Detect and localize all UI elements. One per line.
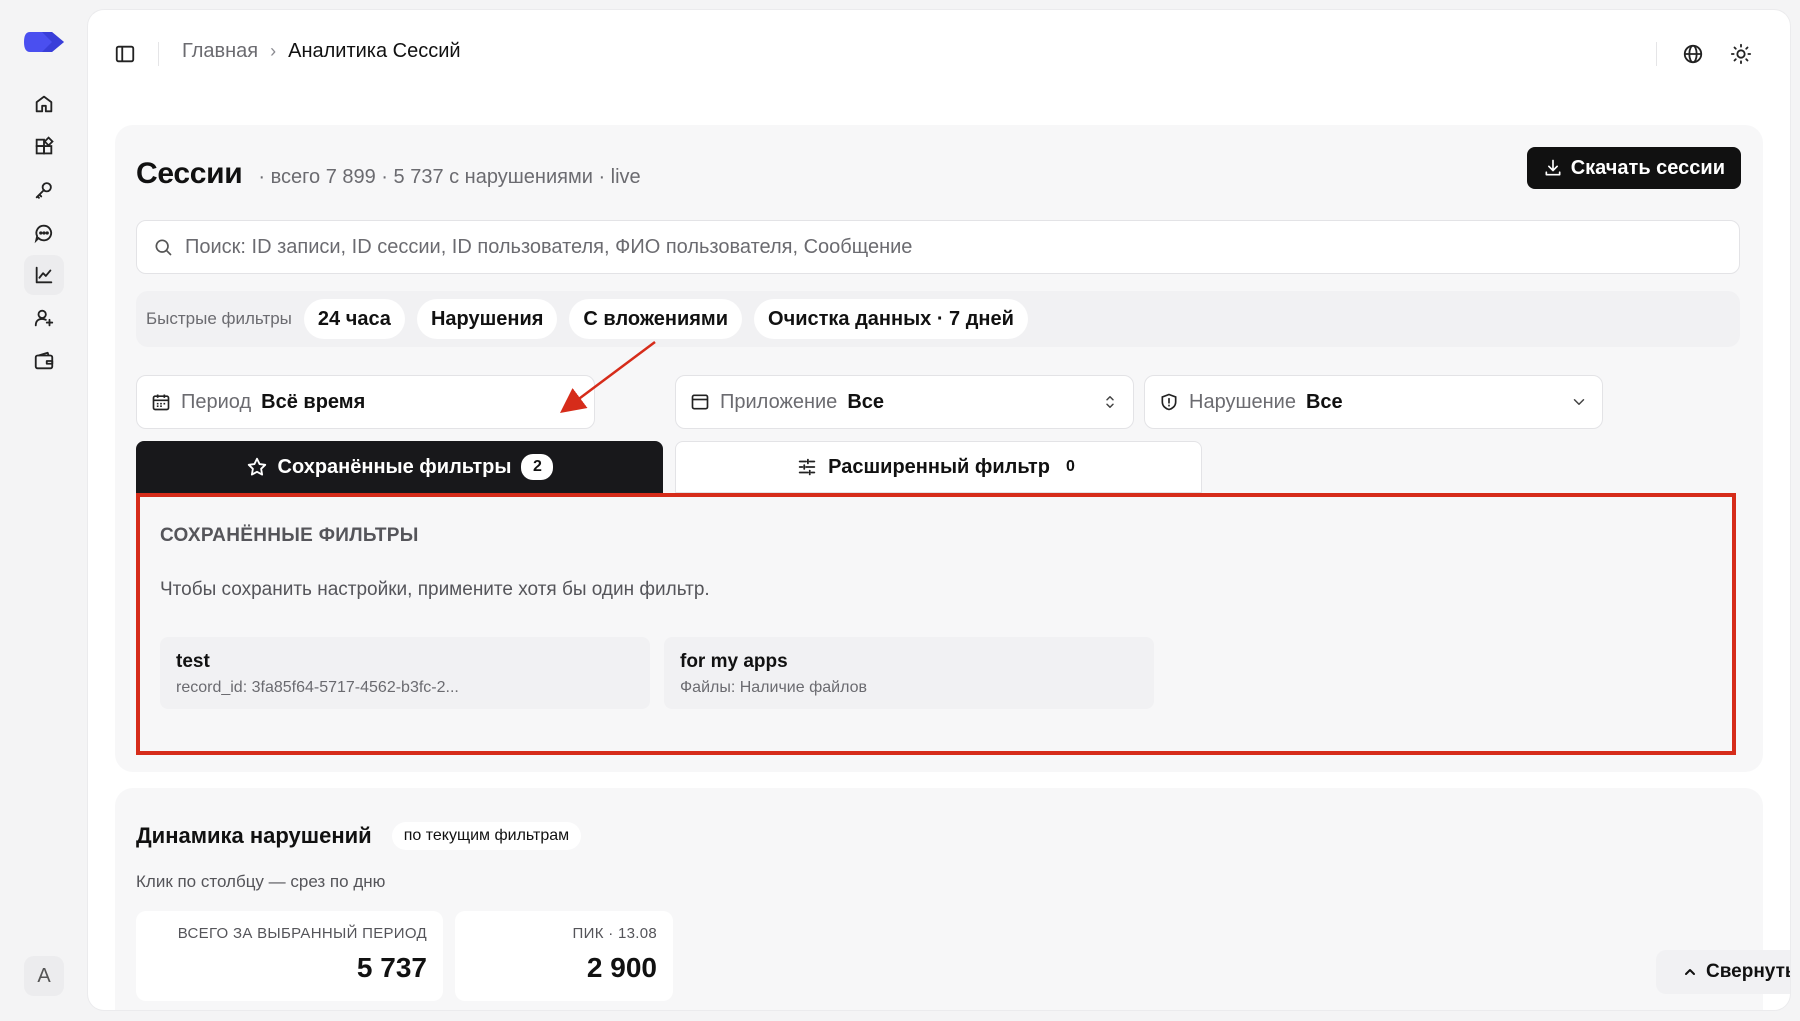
quick-filters: Быстрые фильтры 24 часа Нарушения С влож… [136,291,1740,347]
breadcrumb-current: Аналитика Сессий [288,40,461,62]
app-label: Приложение [720,390,838,413]
dynamics-title: Динамика нарушений [136,823,372,848]
saved-filters-panel: СОХРАНЁННЫЕ ФИЛЬТРЫ Чтобы сохранить наст… [136,493,1736,755]
sessions-summary: · всего 7 899 · 5 737 с нарушениями · li… [258,166,641,188]
nav-widgets[interactable] [24,127,64,167]
saved-filter-desc: Файлы: Наличие файлов [680,679,867,696]
top-bar: Главная › Аналитика Сессий [88,10,1790,96]
nav-chat[interactable] [24,213,64,253]
quick-filters-label: Быстрые фильтры [146,309,292,328]
divider [158,42,159,66]
chat-icon [34,224,53,244]
stat-label: ВСЕГО ЗА ВЫБРАННЫЙ ПЕРИОД [177,925,427,942]
stat-total: ВСЕГО ЗА ВЫБРАННЫЙ ПЕРИОД 5 737 [136,911,443,1001]
sessions-card: Сессии · всего 7 899 · 5 737 с нарушения… [115,125,1763,772]
sidebar-icon [115,45,135,63]
download-sessions-button[interactable]: Скачать сессии [1526,147,1741,189]
download-icon [1545,159,1561,176]
logo-icon[interactable] [22,30,66,54]
main-panel: Главная › Аналитика Сессий Сессии · всег… [88,10,1790,1010]
divider [1656,42,1657,66]
saved-filter-name: for my apps [680,651,788,672]
avatar[interactable]: A [24,956,64,996]
stat-value: 5 737 [356,952,427,983]
globe-icon [1683,44,1703,64]
dynamics-title-row: Динамика нарушений по текущим фильтрам [136,822,582,850]
period-label: Период [181,390,252,413]
search-input[interactable] [185,235,1739,259]
language-button[interactable] [1680,41,1706,67]
saved-filters-title: СОХРАНЁННЫЕ ФИЛЬТРЫ [160,525,419,546]
widgets-icon [35,136,54,155]
chevron-down-icon [1570,393,1588,411]
app-select[interactable]: Приложение Все [675,375,1134,429]
nav-home[interactable] [24,84,64,124]
violation-value: Все [1305,390,1343,413]
user-add-icon [34,309,54,327]
chevron-up-icon [1685,969,1695,975]
period-select[interactable]: Период Всё время [136,375,595,429]
saved-filter-card[interactable]: for my apps Файлы: Наличие файлов [664,637,1154,709]
nav-analytics[interactable] [24,255,64,295]
stat-label: ПИК · 13.08 [572,925,657,942]
sun-icon [1730,43,1752,65]
count-badge: 2 [521,454,554,480]
violations-dynamics-card: Динамика нарушений по текущим фильтрам К… [115,788,1763,1010]
dynamics-hint: Клик по столбцу — срез по дню [136,872,386,891]
theme-toggle-button[interactable] [1728,41,1754,67]
download-label: Скачать сессии [1570,156,1725,179]
breadcrumb: Главная › Аналитика Сессий [182,40,461,63]
collapse-label: Свернуть [1706,961,1790,982]
analytics-icon [35,266,53,284]
quick-filter-chip[interactable]: Очистка данных · 7 дней [754,299,1028,339]
saved-filters-hint: Чтобы сохранить настройки, примените хот… [160,579,710,600]
tab-advanced-label: Расширенный фильтр [828,455,1050,478]
violation-select[interactable]: Нарушение Все [1144,375,1603,429]
chevron-up-down-icon [1101,393,1119,411]
chevron-up-down-icon [562,393,580,411]
stat-peak: ПИК · 13.08 2 900 [455,911,673,1001]
saved-filter-card[interactable]: test record_id: 3fa85f64-5717-4562-b3fc-… [160,637,650,709]
search-bar [136,220,1740,274]
tab-saved-label: Сохранённые фильтры [277,455,512,478]
quick-filter-chip[interactable]: Нарушения [416,299,558,339]
collapse-button[interactable]: Свернуть [1656,950,1790,994]
nav-keys[interactable] [24,170,64,210]
dynamics-scope-chip: по текущим фильтрам [391,822,582,850]
sidebar-toggle-button[interactable] [112,41,138,67]
key-icon [35,182,52,199]
quick-filter-chip[interactable]: С вложениями [569,299,743,339]
title-row: Сессии · всего 7 899 · 5 737 с нарушения… [136,157,641,191]
nav-wallet[interactable] [24,341,64,381]
count-badge: 0 [1065,458,1075,475]
breadcrumb-home-link[interactable]: Главная [182,40,258,63]
wallet-icon [34,351,54,370]
quick-filter-chip[interactable]: 24 часа [303,299,405,339]
search-icon [155,239,172,256]
chevron-right-icon: › [270,41,277,61]
nav-rail: A [0,0,88,1021]
tab-saved-filters[interactable]: Сохранённые фильтры 2 [136,441,663,493]
stat-value: 2 900 [586,952,657,983]
tab-advanced-filter[interactable]: Расширенный фильтр 0 [675,441,1202,493]
period-value: Всё время [261,390,366,413]
saved-filter-desc: record_id: 3fa85f64-5717-4562-b3fc-2... [176,679,459,696]
app-value: Все [847,390,885,413]
home-icon [35,95,53,113]
shield-icon [1161,393,1177,411]
violation-label: Нарушение [1189,390,1296,413]
window-icon [691,394,709,410]
calendar-icon [152,394,170,411]
star-icon [247,457,266,476]
saved-filter-name: test [176,651,210,672]
page-title: Сессии [136,157,243,190]
sliders-icon [798,458,816,476]
nav-users[interactable] [24,298,64,338]
